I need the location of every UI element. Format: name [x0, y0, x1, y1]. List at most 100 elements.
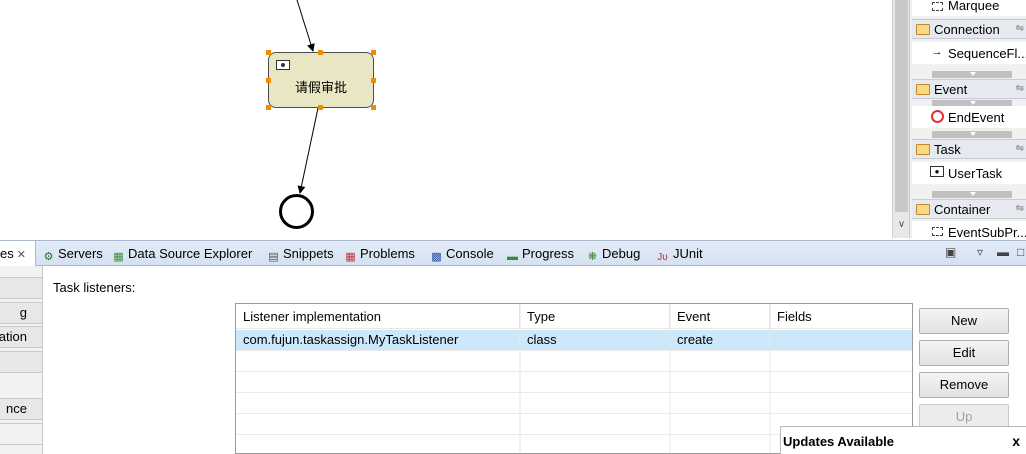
table-row[interactable]: com.fujun.taskassign.MyTaskListener clas…	[236, 330, 912, 351]
table-row-empty[interactable]	[236, 393, 912, 414]
column-header[interactable]: Type	[520, 304, 670, 329]
tab-problems[interactable]: ▦ Problems	[344, 241, 415, 267]
section-tab-selected[interactable]: nce	[0, 398, 42, 420]
section-tab[interactable]	[0, 277, 42, 299]
table-row-empty[interactable]	[236, 372, 912, 393]
scroll-down-icon[interactable]: ∨	[893, 216, 910, 234]
new-button[interactable]: New	[919, 308, 1009, 334]
data-source-icon: ▦	[113, 251, 124, 263]
drawer-scroll-indicator[interactable]	[932, 131, 1012, 138]
end-event-icon	[931, 110, 944, 123]
tab-label: Console	[446, 246, 494, 261]
tab-servers[interactable]: ⚙ Servers	[42, 241, 103, 267]
subprocess-icon	[932, 227, 943, 236]
junit-icon: Jυ	[657, 252, 668, 263]
pin-icon[interactable]: ⇋	[1016, 83, 1024, 94]
palette-item-label: Marquee	[948, 0, 1000, 13]
pin-icon[interactable]: ⇋	[1016, 143, 1024, 154]
console-icon: ▩	[431, 251, 442, 263]
palette-item-label: EventSubPr...	[948, 225, 1026, 238]
drawer-scroll-indicator[interactable]	[932, 191, 1012, 198]
drawer-label: Task	[934, 142, 961, 157]
scrollbar-thumb[interactable]	[895, 0, 908, 212]
pin-icon[interactable]: ⇋	[1016, 203, 1024, 214]
remove-button[interactable]: Remove	[919, 372, 1009, 398]
sequence-flow-outgoing[interactable]	[297, 107, 319, 194]
user-task-node[interactable]: 请假审批	[268, 52, 374, 108]
folder-icon	[916, 24, 930, 35]
palette-drawer-container[interactable]: Container ⇋	[912, 199, 1026, 219]
marquee-icon	[932, 2, 943, 11]
pin-icon[interactable]: ⇋	[1016, 23, 1024, 34]
palette-drawer-connection[interactable]: Connection ⇋	[912, 19, 1026, 39]
selection-handle[interactable]	[371, 105, 376, 110]
edit-button[interactable]: Edit	[919, 340, 1009, 366]
open-console-icon[interactable]: ▣	[945, 245, 956, 259]
palette-item-label: EndEvent	[948, 110, 1005, 125]
tab-data-source-explorer[interactable]: ▦ Data Source Explorer	[112, 241, 252, 267]
arrow-icon: →	[931, 46, 943, 58]
section-tab[interactable]: g	[0, 302, 42, 324]
snippets-icon: ▤	[268, 251, 279, 263]
end-event-node[interactable]	[279, 194, 314, 229]
palette: Marquee Connection ⇋ → SequenceFl... Eve…	[909, 0, 1026, 238]
canvas-vertical-scrollbar[interactable]: ∨	[892, 0, 909, 238]
section-tab[interactable]	[0, 351, 42, 373]
palette-item-marquee[interactable]: Marquee	[912, 0, 1026, 16]
servers-icon: ⚙	[43, 251, 54, 263]
palette-item-endevent[interactable]: EndEvent	[912, 106, 1026, 128]
updates-notification[interactable]: Updates Available x	[780, 426, 1026, 454]
tab-properties[interactable]: es ✕	[0, 241, 36, 267]
tab-console[interactable]: ▩ Console	[430, 241, 494, 267]
tab-debug[interactable]: ❋ Debug	[586, 241, 640, 267]
close-icon[interactable]: x	[1012, 433, 1020, 449]
palette-item-label: UserTask	[948, 166, 1003, 181]
folder-icon	[916, 84, 930, 95]
tab-label: Snippets	[283, 246, 334, 261]
view-menu-icon[interactable]: ▿	[977, 245, 983, 259]
minimize-icon[interactable]: ▬	[997, 245, 1009, 259]
column-header[interactable]: Event	[670, 304, 770, 329]
table-cell	[770, 330, 912, 351]
column-header[interactable]: Fields	[770, 304, 912, 329]
table-row-empty[interactable]	[236, 351, 912, 372]
notification-title: Updates Available	[783, 434, 895, 449]
column-header[interactable]: Listener implementation	[236, 304, 520, 329]
tab-snippets[interactable]: ▤ Snippets	[267, 241, 334, 267]
palette-item-label: SequenceFl...	[948, 46, 1026, 61]
palette-item-eventsubprocess[interactable]: EventSubPr...	[912, 221, 1026, 238]
palette-item-usertask[interactable]: ● UserTask	[912, 162, 1026, 184]
section-title: Task listeners:	[53, 280, 136, 295]
tab-junit[interactable]: Jυ JUnit	[655, 241, 703, 267]
palette-drawer-event[interactable]: Event ⇋	[912, 79, 1026, 99]
tab-label: Debug	[602, 246, 641, 261]
tab-label: Data Source Explorer	[128, 246, 253, 261]
selection-handle[interactable]	[266, 105, 271, 110]
tab-progress[interactable]: ▬ Progress	[506, 241, 574, 267]
selection-handle[interactable]	[371, 78, 376, 83]
palette-item-sequenceflow[interactable]: → SequenceFl...	[912, 42, 1026, 64]
folder-icon	[916, 144, 930, 155]
selection-handle[interactable]	[371, 50, 376, 55]
tab-label: Servers	[58, 246, 103, 261]
selection-handle[interactable]	[266, 78, 271, 83]
selection-handle[interactable]	[318, 105, 323, 110]
user-task-icon: ●	[930, 166, 944, 177]
properties-section-tabs: g ation nce	[0, 266, 43, 454]
tab-label: es	[0, 246, 14, 261]
selection-handle[interactable]	[266, 50, 271, 55]
selection-handle[interactable]	[318, 50, 323, 55]
table-cell: com.fujun.taskassign.MyTaskListener	[236, 330, 520, 351]
sequence-flow-incoming[interactable]	[296, 0, 315, 52]
tab-label: JUnit	[673, 246, 703, 261]
drawer-scroll-indicator[interactable]	[932, 71, 1012, 78]
section-tab[interactable]: ation	[0, 326, 42, 348]
palette-drawer-task[interactable]: Task ⇋	[912, 139, 1026, 159]
maximize-icon[interactable]: □	[1017, 245, 1024, 259]
folder-icon	[916, 204, 930, 215]
diagram-canvas[interactable]: 请假审批	[0, 0, 892, 238]
table-cell: create	[670, 330, 770, 351]
close-icon[interactable]: ✕	[17, 249, 26, 261]
section-tab[interactable]	[0, 423, 42, 445]
tab-label: Problems	[360, 246, 415, 261]
